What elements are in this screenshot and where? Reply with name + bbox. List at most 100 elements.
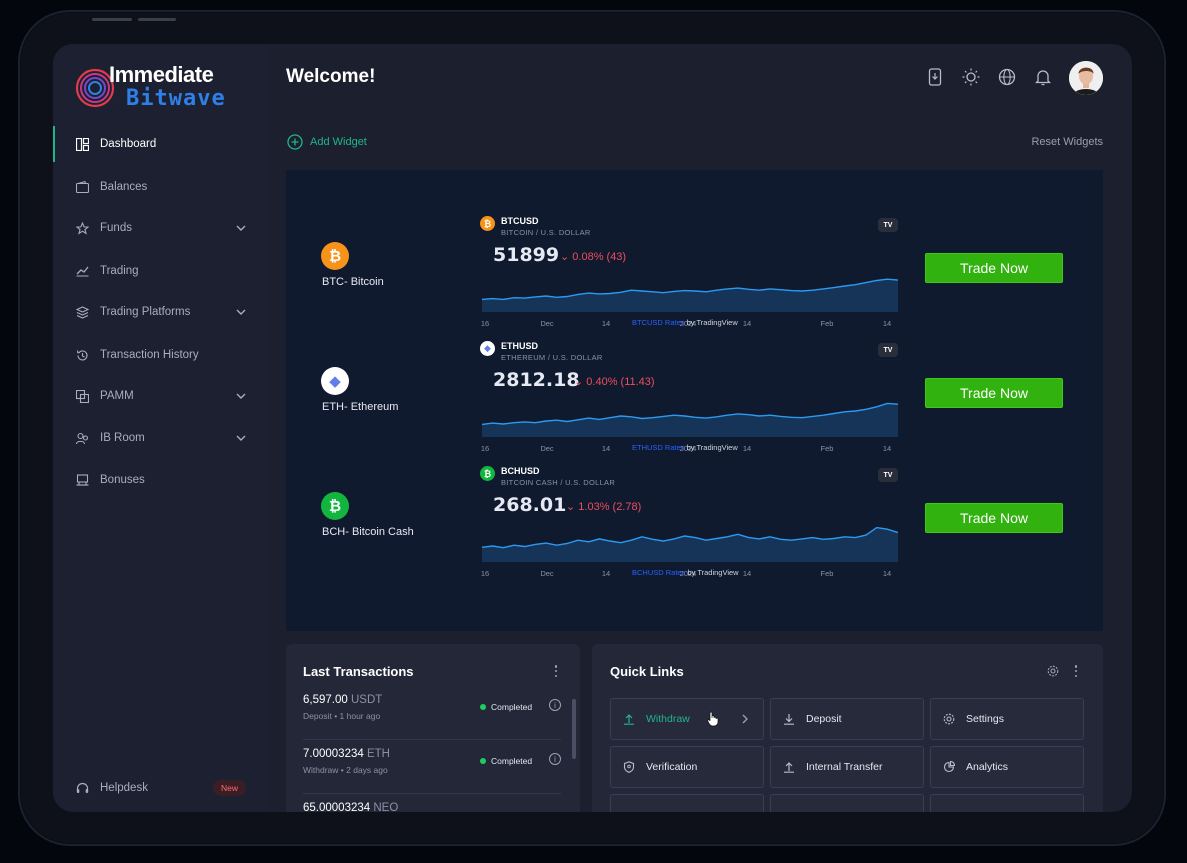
transaction-amount: 65.00003234 NEO <box>303 802 398 812</box>
transaction-meta: Deposit • 1 hour ago <box>303 711 381 721</box>
status-dot <box>480 704 486 710</box>
chevron-down-icon[interactable] <box>235 222 247 234</box>
transaction-row[interactable]: 6,597.00 USDT Deposit • 1 hour ago Compl… <box>303 686 561 740</box>
sidebar-item-label: IB Room <box>100 432 145 444</box>
quick-link-internal-transfer[interactable]: Internal Transfer <box>770 746 924 788</box>
trade-now-button[interactable]: Trade Now <box>925 253 1063 283</box>
quick-link-label: Settings <box>966 713 1004 725</box>
brand-logo[interactable]: Immediate Bitwave <box>75 62 225 114</box>
user-photo-icon <box>1069 61 1103 95</box>
sidebar-item-transaction-history[interactable]: Transaction History <box>53 337 267 373</box>
sidebar-item-label: PAMM <box>100 390 134 402</box>
more-options-icon[interactable] <box>551 664 561 678</box>
info-icon[interactable]: i <box>549 699 561 711</box>
sidebar-item-label: Funds <box>100 222 132 234</box>
x-tick-label: 14 <box>602 569 610 578</box>
sidebar-item-label: Dashboard <box>100 138 157 150</box>
add-widget-button[interactable]: Add Widget <box>287 134 367 150</box>
quick-link-deposit[interactable]: Deposit <box>770 698 924 740</box>
coin-row-bch: ₿ BCH- Bitcoin Cash ₿ BCHUSD BITCOIN CAS… <box>286 420 1103 578</box>
chart-line-icon <box>75 264 89 278</box>
frame-notch <box>92 18 132 21</box>
copy-icon <box>75 389 89 403</box>
sidebar-item-funds[interactable]: Funds <box>53 210 267 246</box>
rates-link[interactable]: BCHUSD Rates <box>632 568 685 577</box>
bell-icon[interactable] <box>1034 68 1052 86</box>
quick-link-label: Withdraw <box>646 713 690 725</box>
sidebar-item-trading[interactable]: Trading <box>53 253 267 289</box>
new-badge: New <box>213 780 247 796</box>
quick-link-verification[interactable]: Verification <box>610 746 764 788</box>
ethereum-logo-icon: ◆ <box>321 367 349 395</box>
wallet-phone-icon[interactable] <box>926 68 944 86</box>
history-icon <box>75 348 89 362</box>
coin-name: BCH- Bitcoin Cash <box>322 526 414 538</box>
sparkline-area <box>482 527 898 562</box>
sidebar-item-ib-room[interactable]: IB Room <box>53 420 267 456</box>
headset-icon <box>75 781 89 795</box>
symbol-name: ETHUSD <box>501 341 539 351</box>
quick-link-settings[interactable]: Settings <box>930 698 1084 740</box>
transaction-amount: 6,597.00 USDT <box>303 694 382 706</box>
trade-now-button[interactable]: Trade Now <box>925 378 1063 408</box>
info-icon[interactable]: i <box>549 753 561 765</box>
globe-icon[interactable] <box>998 68 1016 86</box>
shield-icon <box>623 761 635 773</box>
users-icon <box>75 431 89 445</box>
coin-row-eth: ◆ ETH- Ethereum ◆ ETHUSD ETHEREUM / U.S.… <box>286 295 1103 453</box>
sidebar-item-bonuses[interactable]: Bonuses <box>53 462 267 498</box>
sun-icon[interactable] <box>962 68 980 86</box>
gear-icon <box>943 713 955 725</box>
more-options-icon[interactable] <box>1071 664 1081 678</box>
trade-now-button[interactable]: Trade Now <box>925 503 1063 533</box>
sidebar-item-dashboard[interactable]: Dashboard <box>53 126 267 162</box>
tradingview-logo-icon: TV <box>878 468 898 482</box>
currency: ETH <box>366 748 390 760</box>
sidebar: Immediate Bitwave Dashboard Balances Fun… <box>53 44 267 812</box>
quick-link-withdraw[interactable]: Withdraw <box>610 698 764 740</box>
transaction-row[interactable]: 7.00003234 ETH Withdraw • 2 days ago Com… <box>303 740 561 794</box>
chevron-down-icon[interactable] <box>235 390 247 402</box>
amount-value: 6,597.00 <box>303 694 348 706</box>
sidebar-item-label: Balances <box>100 181 148 193</box>
sidebar-item-pamm[interactable]: PAMM <box>53 378 267 414</box>
tradingview-logo-icon: TV <box>878 343 898 357</box>
sidebar-item-balances[interactable]: Balances <box>53 169 267 205</box>
frame-notch <box>138 18 176 21</box>
crypto-ticker-widget: ₿ BTC- Bitcoin ₿ BTCUSD BITCOIN / U.S. D… <box>286 170 1103 631</box>
brand-name-line2: Bitwave <box>126 86 226 111</box>
symbol-header: ₿ BTCUSD BITCOIN / U.S. DOLLAR <box>480 216 591 239</box>
plus-circle-icon <box>287 134 303 150</box>
transaction-row[interactable]: 65.00003234 NEO <box>303 794 561 812</box>
chevron-down-icon[interactable] <box>235 306 247 318</box>
pie-chart-icon <box>943 761 955 773</box>
scrollbar[interactable] <box>572 699 576 759</box>
quick-link-partial[interactable] <box>930 794 1084 812</box>
tradingview-credit[interactable]: BCHUSD Rates by TradingView <box>632 568 739 577</box>
status-label: Completed <box>491 756 533 766</box>
status-badge: Completed <box>480 756 532 766</box>
price-change: ⌄ 0.40% (11.43) <box>574 376 655 388</box>
sidebar-item-trading-platforms[interactable]: Trading Platforms <box>53 294 267 330</box>
quick-link-analytics[interactable]: Analytics <box>930 746 1084 788</box>
quick-link-partial[interactable] <box>610 794 764 812</box>
coin-name: BTC- Bitcoin <box>322 276 384 288</box>
reset-widgets-button[interactable]: Reset Widgets <box>1031 136 1103 148</box>
sidebar-item-label: Transaction History <box>100 349 199 361</box>
star-icon <box>75 221 89 235</box>
tradingview-mini-chart[interactable]: ₿ BCHUSD BITCOIN CASH / U.S. DOLLAR TV 2… <box>480 466 900 578</box>
sidebar-item-helpdesk[interactable]: Helpdesk New <box>53 770 267 806</box>
symbol-description: BITCOIN CASH / U.S. DOLLAR <box>501 478 616 487</box>
gear-icon[interactable] <box>1047 665 1059 677</box>
gift-icon <box>75 473 89 487</box>
chevron-down-icon[interactable] <box>235 432 247 444</box>
quick-link-label: Verification <box>646 761 698 773</box>
avatar[interactable] <box>1069 61 1103 95</box>
price-change-value: 0.08% (43) <box>572 251 627 263</box>
x-tick-label: Dec <box>540 569 554 578</box>
quick-link-partial[interactable] <box>770 794 924 812</box>
hand-cursor-icon <box>707 711 719 727</box>
symbol-header: ◆ ETHUSD ETHEREUM / U.S. DOLLAR <box>480 341 603 364</box>
price-change-value: 0.40% (11.43) <box>586 376 655 388</box>
price-change: ⌄ 1.03% (2.78) <box>566 501 642 513</box>
